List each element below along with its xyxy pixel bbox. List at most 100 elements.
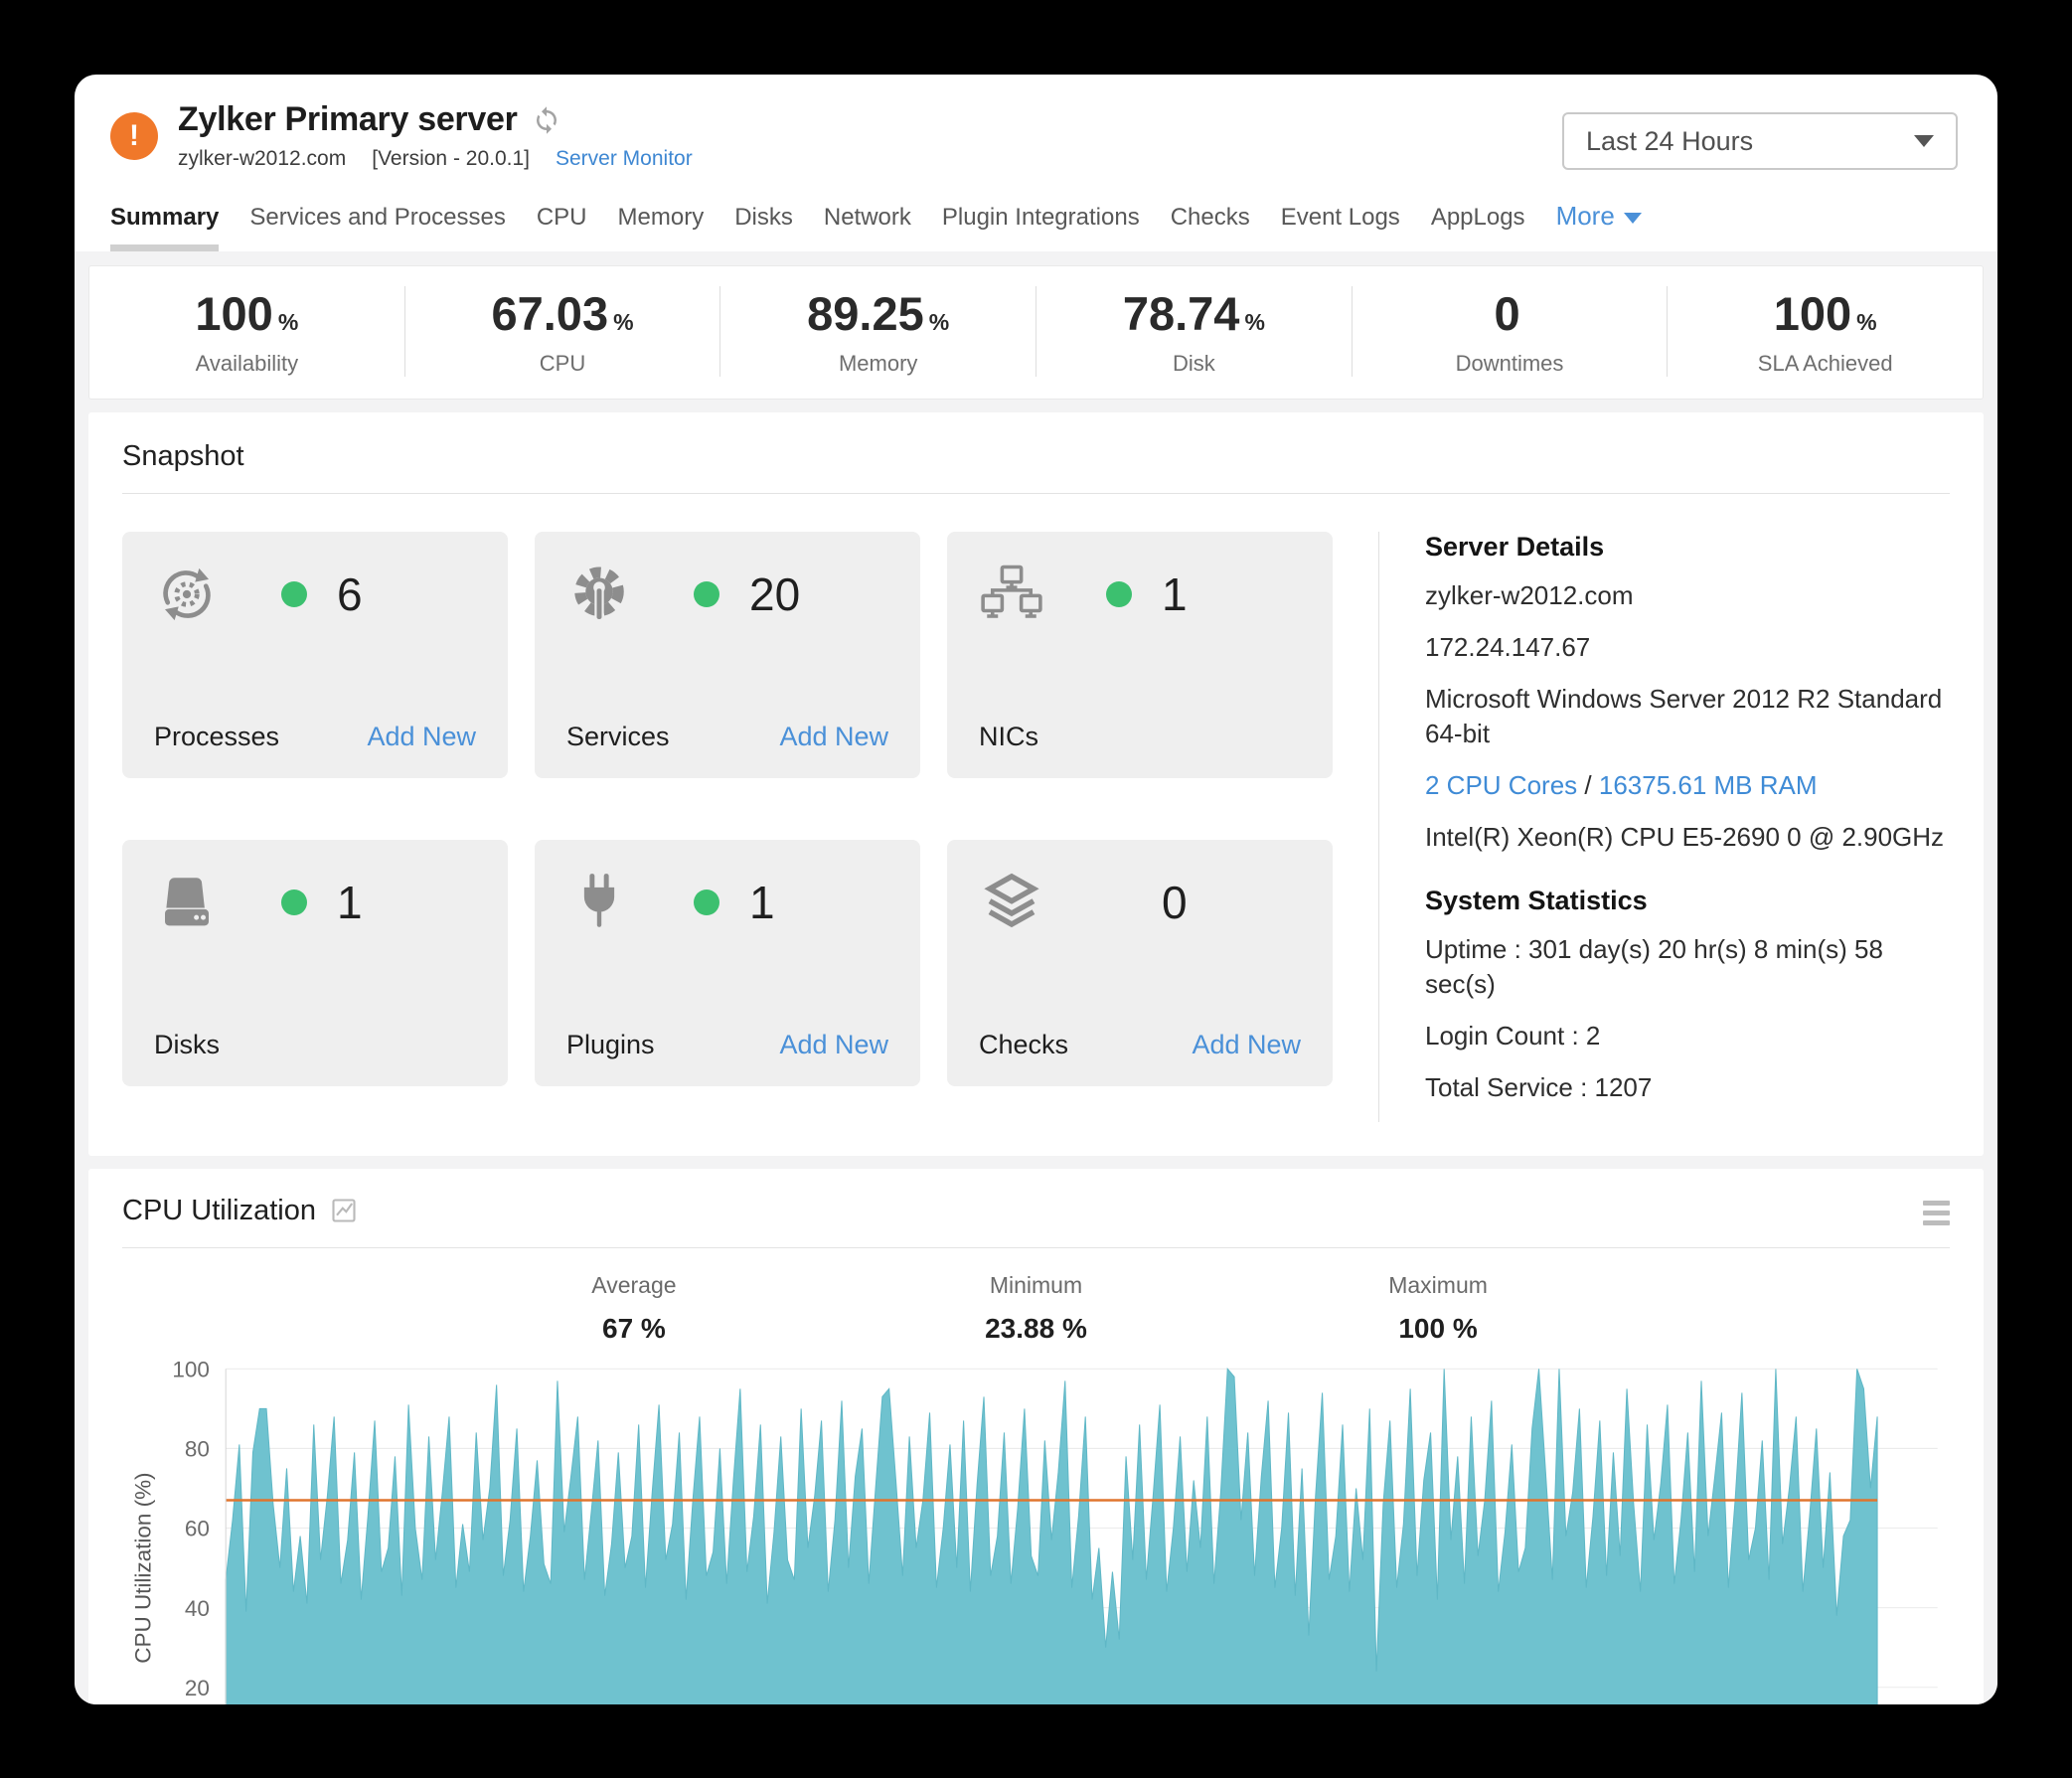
kpi-label: CPU bbox=[405, 351, 720, 377]
tab-bar: Summary Services and Processes CPU Memor… bbox=[110, 201, 1962, 251]
kpi-unit: % bbox=[929, 309, 949, 335]
kpi-value: 89.25 bbox=[807, 287, 924, 340]
add-new-process-link[interactable]: Add New bbox=[367, 722, 476, 752]
kpi-value: 67.03 bbox=[491, 287, 608, 340]
server-details-panel: Server Details zylker-w2012.com 172.24.1… bbox=[1378, 532, 1950, 1122]
time-range-select[interactable]: Last 24 Hours bbox=[1562, 112, 1958, 170]
tab-memory[interactable]: Memory bbox=[618, 204, 705, 251]
tab-services-and-processes[interactable]: Services and Processes bbox=[249, 204, 505, 251]
alert-status-icon: ! bbox=[110, 112, 158, 160]
svg-text:60: 60 bbox=[185, 1517, 210, 1541]
tab-event-logs[interactable]: Event Logs bbox=[1281, 204, 1400, 251]
tab-checks[interactable]: Checks bbox=[1171, 204, 1250, 251]
monitor-type-link[interactable]: Server Monitor bbox=[556, 147, 693, 171]
page-content: 100% Availability 67.03% CPU 89.25% Memo… bbox=[75, 251, 1997, 1704]
ram-link[interactable]: 16375.61 MB RAM bbox=[1599, 770, 1818, 800]
status-up-dot bbox=[694, 889, 719, 915]
cpu-utilization-section: CPU Utilization Average 67 % Minimum bbox=[88, 1169, 1984, 1704]
stat-value: 23.88 % bbox=[835, 1313, 1237, 1345]
disks-count: 1 bbox=[337, 876, 363, 929]
kpi-availability: 100% Availability bbox=[89, 286, 404, 377]
kpi-unit: % bbox=[278, 309, 298, 335]
services-card: 20 Services Add New bbox=[535, 532, 920, 778]
system-statistics-title: System Statistics bbox=[1425, 886, 1950, 916]
tab-disks[interactable]: Disks bbox=[734, 204, 793, 251]
stat-label: Minimum bbox=[835, 1272, 1237, 1299]
kpi-value: 78.74 bbox=[1123, 287, 1240, 340]
plugins-card: 1 Plugins Add New bbox=[535, 840, 920, 1086]
add-new-check-link[interactable]: Add New bbox=[1192, 1030, 1301, 1060]
page-title: Zylker Primary server bbox=[178, 100, 518, 139]
svg-text:40: 40 bbox=[185, 1596, 210, 1621]
chevron-down-icon bbox=[1624, 213, 1642, 224]
kpi-strip: 100% Availability 67.03% CPU 89.25% Memo… bbox=[88, 265, 1984, 400]
disks-card: 1 Disks bbox=[122, 840, 508, 1086]
kpi-downtimes: 0 Downtimes bbox=[1352, 286, 1668, 377]
chevron-down-icon bbox=[1914, 135, 1934, 147]
server-os: Microsoft Windows Server 2012 R2 Standar… bbox=[1425, 682, 1950, 751]
card-name: NICs bbox=[979, 722, 1038, 752]
chart-stats: Average 67 % Minimum 23.88 % Maximum 100… bbox=[122, 1272, 1950, 1345]
svg-text:100: 100 bbox=[172, 1357, 210, 1381]
cpu-cores-link[interactable]: 2 CPU Cores bbox=[1425, 770, 1577, 800]
snapshot-cards: 6 Processes Add New bbox=[122, 532, 1333, 1122]
kpi-unit: % bbox=[613, 309, 633, 335]
divider bbox=[122, 493, 1950, 494]
services-icon bbox=[566, 562, 632, 627]
card-name: Plugins bbox=[566, 1030, 655, 1060]
plugins-icon bbox=[566, 870, 632, 935]
status-up-dot bbox=[694, 581, 719, 607]
stat-value: 67 % bbox=[433, 1313, 836, 1345]
status-up-dot bbox=[281, 581, 307, 607]
kpi-unit: % bbox=[1856, 309, 1876, 335]
kpi-memory: 89.25% Memory bbox=[719, 286, 1036, 377]
page-header: ! Zylker Primary server zylker-w2012.com… bbox=[75, 75, 1997, 171]
tab-summary[interactable]: Summary bbox=[110, 204, 219, 251]
card-name: Checks bbox=[979, 1030, 1068, 1060]
server-details-title: Server Details bbox=[1425, 532, 1950, 563]
tab-more[interactable]: More bbox=[1556, 201, 1642, 251]
kpi-label: SLA Achieved bbox=[1668, 351, 1983, 377]
tab-cpu[interactable]: CPU bbox=[537, 204, 587, 251]
kpi-cpu: 67.03% CPU bbox=[404, 286, 720, 377]
total-service: Total Service : 1207 bbox=[1425, 1070, 1950, 1105]
processes-icon bbox=[154, 562, 220, 627]
kpi-unit: % bbox=[1244, 309, 1264, 335]
tab-plugin-integrations[interactable]: Plugin Integrations bbox=[942, 204, 1140, 251]
tab-applogs[interactable]: AppLogs bbox=[1431, 204, 1525, 251]
nics-card: 1 NICs bbox=[947, 532, 1333, 778]
agent-version: [Version - 20.0.1] bbox=[372, 147, 530, 171]
kpi-label: Downtimes bbox=[1353, 351, 1668, 377]
refresh-icon[interactable] bbox=[532, 105, 561, 135]
snapshot-section: Snapshot bbox=[88, 412, 1984, 1156]
server-processor: Intel(R) Xeon(R) CPU E5-2690 0 @ 2.90GHz bbox=[1425, 820, 1950, 855]
processes-card: 6 Processes Add New bbox=[122, 532, 508, 778]
monitor-window: ! Zylker Primary server zylker-w2012.com… bbox=[75, 75, 1997, 1704]
nics-count: 1 bbox=[1162, 567, 1188, 621]
kpi-value: 0 bbox=[1494, 287, 1519, 340]
kpi-disk: 78.74% Disk bbox=[1036, 286, 1352, 377]
chart-menu-icon[interactable] bbox=[1923, 1197, 1950, 1225]
snapshot-title: Snapshot bbox=[122, 440, 1950, 473]
chart-stat-minimum: Minimum 23.88 % bbox=[835, 1272, 1237, 1345]
card-name: Services bbox=[566, 722, 670, 752]
server-ip: 172.24.147.67 bbox=[1425, 630, 1950, 665]
time-range-value: Last 24 Hours bbox=[1586, 126, 1753, 157]
uptime: Uptime : 301 day(s) 20 hr(s) 8 min(s) 58… bbox=[1425, 932, 1950, 1002]
services-count: 20 bbox=[749, 567, 800, 621]
chart-stat-average: Average 67 % bbox=[433, 1272, 836, 1345]
tab-network[interactable]: Network bbox=[824, 204, 911, 251]
status-up-dot bbox=[1106, 581, 1132, 607]
cpu-utilization-chart[interactable]: 02040608010008:0009:0010:0011:0012:0013:… bbox=[122, 1353, 1950, 1704]
kpi-label: Disk bbox=[1036, 351, 1352, 377]
server-hostname: zylker-w2012.com bbox=[1425, 578, 1950, 613]
chart-popout-icon[interactable] bbox=[330, 1197, 358, 1224]
add-new-service-link[interactable]: Add New bbox=[779, 722, 888, 752]
chart-title: CPU Utilization bbox=[122, 1195, 316, 1227]
separator: / bbox=[1584, 770, 1591, 800]
kpi-label: Memory bbox=[720, 351, 1036, 377]
disks-icon bbox=[154, 870, 220, 935]
svg-text:20: 20 bbox=[185, 1676, 210, 1700]
add-new-plugin-link[interactable]: Add New bbox=[779, 1030, 888, 1060]
checks-icon bbox=[979, 870, 1044, 935]
